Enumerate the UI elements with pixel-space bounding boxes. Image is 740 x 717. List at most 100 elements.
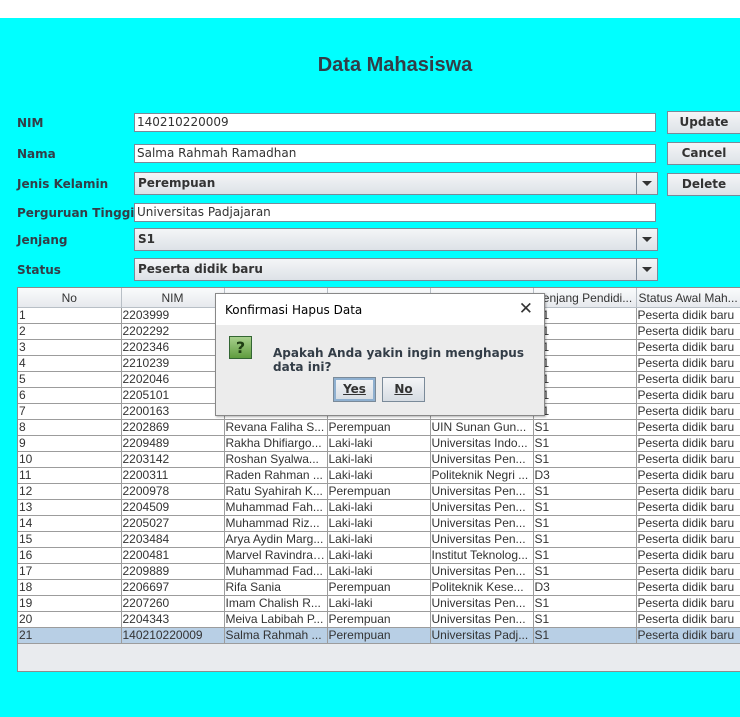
table-cell[interactable]: 2209889 [121, 563, 225, 580]
table-cell[interactable]: 6 [18, 387, 122, 404]
table-cell[interactable]: S1 [533, 419, 637, 436]
update-button[interactable]: Update [667, 111, 740, 134]
perguruan-tinggi-input[interactable]: Universitas Padjajaran [134, 203, 656, 222]
table-cell[interactable]: Peserta didik baru [636, 387, 740, 404]
table-row[interactable]: 10 2203142 Roshan Syalwa... Laki-laki Univer… [18, 451, 740, 468]
table-cell[interactable]: Institut Teknolog... [430, 547, 534, 564]
table-cell[interactable]: S1 [533, 387, 637, 404]
column-header[interactable]: Jenjang Pendidi... [533, 288, 637, 308]
table-cell[interactable]: Peserta didik baru [636, 403, 740, 420]
table-cell[interactable]: Revana Faliha S... [224, 419, 328, 436]
table-cell[interactable]: S1 [533, 515, 637, 532]
chevron-down-icon[interactable] [636, 173, 657, 194]
table-cell[interactable]: Universitas Indo... [430, 435, 534, 452]
table-row[interactable]: 21 140210220009 Salma Rahmah ... Perempuan U… [18, 627, 740, 644]
table-cell[interactable]: Universitas Pen... [430, 595, 534, 612]
table-cell[interactable]: Universitas Padj... [430, 627, 534, 644]
table-cell[interactable]: 18 [18, 579, 122, 596]
table-row[interactable]: 18 2206697 Rifa Sania Perempuan Politeknik K… [18, 579, 740, 596]
table-cell[interactable]: Universitas Pen... [430, 531, 534, 548]
table-cell[interactable]: Laki-laki [327, 515, 431, 532]
table-cell[interactable]: Peserta didik baru [636, 467, 740, 484]
table-cell[interactable]: 17 [18, 563, 122, 580]
table-cell[interactable]: 20 [18, 611, 122, 628]
table-cell[interactable]: Peserta didik baru [636, 451, 740, 468]
table-cell[interactable]: Rakha Dhifiargo... [224, 435, 328, 452]
chevron-down-icon[interactable] [636, 229, 657, 250]
table-cell[interactable]: Peserta didik baru [636, 435, 740, 452]
table-cell[interactable]: 19 [18, 595, 122, 612]
table-cell[interactable]: Politeknik Kese... [430, 579, 534, 596]
cancel-button[interactable]: Cancel [667, 142, 740, 165]
table-cell[interactable]: 2204509 [121, 499, 225, 516]
table-cell[interactable]: Perempuan [327, 627, 431, 644]
table-cell[interactable]: S1 [533, 611, 637, 628]
table-cell[interactable]: 2200481 [121, 547, 225, 564]
table-cell[interactable]: 2202046 [121, 371, 225, 388]
table-cell[interactable]: Peserta didik baru [636, 579, 740, 596]
table-cell[interactable]: 2207260 [121, 595, 225, 612]
nama-input[interactable]: Salma Rahmah Ramadhan [134, 144, 656, 163]
jenjang-select[interactable]: S1 [134, 228, 658, 251]
table-cell[interactable]: Peserta didik baru [636, 355, 740, 372]
table-cell[interactable]: Ratu Syahirah K... [224, 483, 328, 500]
table-cell[interactable]: S1 [533, 531, 637, 548]
table-cell[interactable]: S1 [533, 627, 637, 644]
table-cell[interactable]: D3 [533, 579, 637, 596]
table-cell[interactable]: Marvel Ravindra ... [224, 547, 328, 564]
table-row[interactable]: 11 2200311 Raden Rahman ... Laki-laki Polite… [18, 467, 740, 484]
table-cell[interactable]: 9 [18, 435, 122, 452]
table-row[interactable]: 9 2209489 Rakha Dhifiargo... Laki-laki Unive… [18, 435, 740, 452]
table-cell[interactable]: 2200163 [121, 403, 225, 420]
table-cell[interactable]: 16 [18, 547, 122, 564]
table-cell[interactable]: S1 [533, 355, 637, 372]
table-cell[interactable]: Peserta didik baru [636, 419, 740, 436]
table-cell[interactable]: Rifa Sania [224, 579, 328, 596]
table-cell[interactable]: Peserta didik baru [636, 515, 740, 532]
column-header[interactable]: NIM [121, 288, 225, 308]
table-row[interactable]: 19 2207260 Imam Chalish R... Laki-laki Unive… [18, 595, 740, 612]
table-cell[interactable]: Muhammad Riz... [224, 515, 328, 532]
status-select[interactable]: Peserta didik baru [134, 258, 658, 281]
table-cell[interactable]: 15 [18, 531, 122, 548]
table-cell[interactable]: Roshan Syalwa... [224, 451, 328, 468]
table-cell[interactable]: 12 [18, 483, 122, 500]
table-cell[interactable]: Peserta didik baru [636, 323, 740, 340]
table-cell[interactable]: 1 [18, 307, 122, 324]
table-cell[interactable]: S1 [533, 307, 637, 324]
table-cell[interactable]: 2209489 [121, 435, 225, 452]
table-cell[interactable]: 11 [18, 467, 122, 484]
table-cell[interactable]: Universitas Pen... [430, 611, 534, 628]
table-cell[interactable]: S1 [533, 483, 637, 500]
table-cell[interactable]: Peserta didik baru [636, 595, 740, 612]
table-row[interactable]: 14 2205027 Muhammad Riz... Laki-laki Univers… [18, 515, 740, 532]
table-cell[interactable]: 2204343 [121, 611, 225, 628]
table-cell[interactable]: 2210239 [121, 355, 225, 372]
table-cell[interactable]: Universitas Pen... [430, 483, 534, 500]
table-cell[interactable]: S1 [533, 547, 637, 564]
table-cell[interactable]: Perempuan [327, 611, 431, 628]
table-cell[interactable]: Arya Aydin Marg... [224, 531, 328, 548]
table-cell[interactable]: Peserta didik baru [636, 627, 740, 644]
table-cell[interactable]: S1 [533, 403, 637, 420]
table-cell[interactable]: S1 [533, 371, 637, 388]
column-header[interactable]: No [18, 288, 122, 308]
table-row[interactable]: 17 2209889 Muhammad Fad... Laki-laki Univers… [18, 563, 740, 580]
table-cell[interactable]: Muhammad Fah... [224, 499, 328, 516]
table-cell[interactable]: Peserta didik baru [636, 563, 740, 580]
table-row[interactable]: 16 2200481 Marvel Ravindra ... Laki-laki Ins… [18, 547, 740, 564]
close-icon[interactable]: ✕ [519, 299, 533, 319]
table-cell[interactable]: Peserta didik baru [636, 307, 740, 324]
table-cell[interactable]: 140210220009 [121, 627, 225, 644]
table-cell[interactable]: 3 [18, 339, 122, 356]
table-cell[interactable]: Imam Chalish R... [224, 595, 328, 612]
nim-input[interactable]: 140210220009 [134, 113, 656, 132]
table-cell[interactable]: S1 [533, 595, 637, 612]
table-cell[interactable]: S1 [533, 451, 637, 468]
table-cell[interactable]: Laki-laki [327, 563, 431, 580]
table-cell[interactable]: Universitas Pen... [430, 515, 534, 532]
table-cell[interactable]: S1 [533, 499, 637, 516]
table-row[interactable]: 12 2200978 Ratu Syahirah K... Perempuan Univ… [18, 483, 740, 500]
table-cell[interactable]: 21 [18, 627, 122, 644]
table-cell[interactable]: Muhammad Fad... [224, 563, 328, 580]
